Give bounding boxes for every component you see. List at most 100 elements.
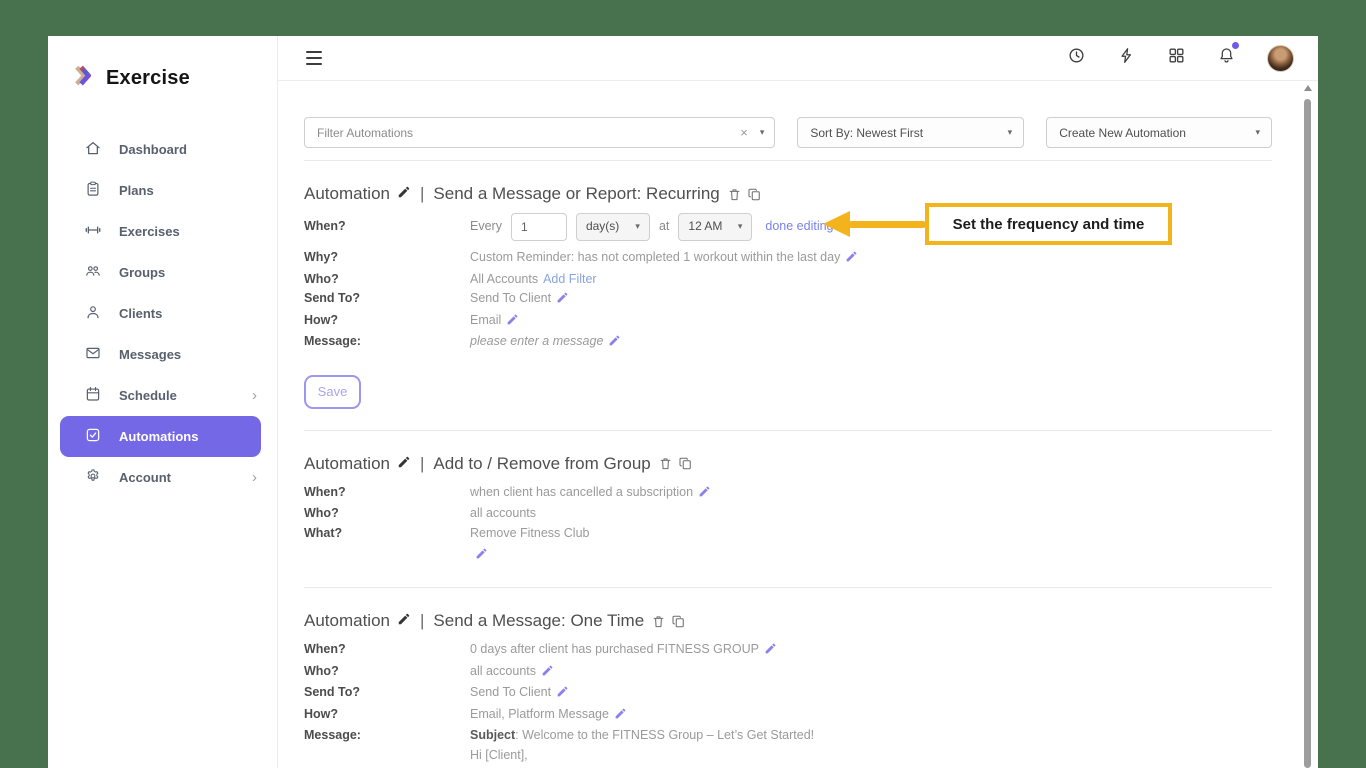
edit-icon[interactable] bbox=[698, 485, 711, 505]
every-label: Every bbox=[470, 217, 502, 237]
automation-header: Automation | Add to / Remove from Group bbox=[304, 454, 1272, 474]
user-avatar[interactable] bbox=[1267, 45, 1294, 72]
content-area: × ▾ Sort By: Newest First ▾ Create New A… bbox=[278, 81, 1318, 768]
automation-header: Automation | Send a Message: One Time bbox=[304, 611, 1272, 631]
logo-icon bbox=[68, 62, 96, 95]
sidebar: Exercise Dashboard Plans Exercises Grou bbox=[48, 36, 278, 768]
row-label: When? bbox=[304, 640, 470, 660]
duplicate-automation-icon[interactable] bbox=[678, 456, 693, 471]
automation-section-group: Automation | Add to / Remove from Group … bbox=[304, 431, 1272, 566]
sidebar-item-dashboard[interactable]: Dashboard bbox=[48, 129, 277, 170]
edit-title-icon[interactable] bbox=[397, 611, 411, 631]
row-value: Send To Client bbox=[470, 291, 551, 305]
row-label: When? bbox=[304, 217, 470, 237]
scrollbar-up-arrow[interactable] bbox=[1304, 85, 1312, 91]
edit-title-icon[interactable] bbox=[397, 184, 411, 204]
home-icon bbox=[84, 139, 102, 160]
edit-icon[interactable] bbox=[608, 334, 621, 354]
sidebar-item-schedule[interactable]: Schedule › bbox=[48, 375, 277, 416]
page-background: Exercise Dashboard Plans Exercises Grou bbox=[0, 0, 1366, 768]
save-button[interactable]: Save bbox=[304, 375, 361, 409]
who-row: Who? all accounts bbox=[304, 662, 1272, 684]
frequency-number-input[interactable] bbox=[511, 213, 567, 241]
sidebar-item-account[interactable]: Account › bbox=[48, 457, 277, 498]
sidebar-item-label: Messages bbox=[119, 347, 181, 362]
clear-filter-icon[interactable]: × bbox=[740, 125, 748, 140]
create-new-automation-dropdown[interactable]: Create New Automation ▾ bbox=[1046, 117, 1272, 148]
header-separator: | bbox=[420, 611, 424, 631]
row-value: when client has cancelled a subscription bbox=[470, 485, 693, 499]
row-value: Custom Reminder: has not completed 1 wor… bbox=[470, 250, 840, 264]
edit-icon[interactable] bbox=[556, 685, 569, 705]
filter-automations-input[interactable]: × ▾ bbox=[304, 117, 775, 148]
scrollbar-thumb[interactable] bbox=[1304, 99, 1311, 768]
delete-automation-icon[interactable] bbox=[651, 614, 666, 629]
history-icon[interactable] bbox=[1067, 46, 1086, 70]
delete-automation-icon[interactable] bbox=[727, 187, 742, 202]
sidebar-item-automations[interactable]: Automations bbox=[60, 416, 261, 457]
automation-header-prefix: Automation bbox=[304, 611, 390, 631]
add-filter-link[interactable]: Add Filter bbox=[543, 272, 597, 286]
apps-grid-icon[interactable] bbox=[1167, 46, 1186, 70]
topbar bbox=[278, 36, 1318, 81]
message-row: Message: please enter a message bbox=[304, 332, 1272, 354]
app-logo[interactable]: Exercise bbox=[48, 36, 277, 95]
row-label: Send To? bbox=[304, 289, 470, 309]
sidebar-item-label: Automations bbox=[119, 429, 198, 444]
edit-icon[interactable] bbox=[506, 313, 519, 333]
sidebar-item-label: Account bbox=[119, 470, 171, 485]
row-label: Who? bbox=[304, 662, 470, 682]
row-label: Message: bbox=[304, 332, 470, 352]
sidebar-item-label: Schedule bbox=[119, 388, 177, 403]
sidebar-item-exercises[interactable]: Exercises bbox=[48, 211, 277, 252]
sidebar-item-label: Dashboard bbox=[119, 142, 187, 157]
chevron-right-icon: › bbox=[252, 387, 257, 404]
sidebar-item-label: Exercises bbox=[119, 224, 180, 239]
delete-automation-icon[interactable] bbox=[658, 456, 673, 471]
automation-title: Send a Message or Report: Recurring bbox=[433, 184, 719, 204]
message-content: Subject: Welcome to the FITNESS Group – … bbox=[470, 726, 879, 768]
gear-icon bbox=[84, 467, 102, 488]
edit-icon[interactable] bbox=[475, 547, 488, 565]
sort-by-label: Sort By: Newest First bbox=[810, 126, 923, 140]
chevron-down-icon: ▾ bbox=[635, 217, 640, 237]
edit-icon[interactable] bbox=[614, 707, 627, 727]
sort-by-dropdown[interactable]: Sort By: Newest First ▾ bbox=[797, 117, 1024, 148]
chevron-down-icon[interactable]: ▾ bbox=[760, 127, 765, 138]
who-row: Who? all accounts bbox=[304, 504, 1272, 524]
edit-title-icon[interactable] bbox=[397, 454, 411, 474]
sidebar-item-label: Clients bbox=[119, 306, 162, 321]
edit-icon[interactable] bbox=[764, 642, 777, 662]
edit-icon[interactable] bbox=[845, 250, 858, 270]
chevron-down-icon: ▾ bbox=[1255, 127, 1260, 138]
callout-arrow-line bbox=[848, 221, 926, 228]
header-separator: | bbox=[420, 184, 424, 204]
frequency-unit-dropdown[interactable]: day(s) ▾ bbox=[576, 213, 650, 241]
edit-icon[interactable] bbox=[541, 664, 554, 684]
scrollbar[interactable] bbox=[1303, 85, 1312, 768]
bell-icon[interactable] bbox=[1217, 46, 1236, 70]
envelope-icon bbox=[84, 344, 102, 365]
notification-dot bbox=[1232, 42, 1239, 49]
sidebar-item-groups[interactable]: Groups bbox=[48, 252, 277, 293]
duplicate-automation-icon[interactable] bbox=[671, 614, 686, 629]
duplicate-automation-icon[interactable] bbox=[747, 187, 762, 202]
sidebar-item-clients[interactable]: Clients bbox=[48, 293, 277, 334]
row-label: When? bbox=[304, 483, 470, 503]
main-area: × ▾ Sort By: Newest First ▾ Create New A… bbox=[278, 36, 1318, 768]
subject-label: Subject bbox=[470, 728, 515, 742]
row-label: What? bbox=[304, 524, 470, 544]
sidebar-item-messages[interactable]: Messages bbox=[48, 334, 277, 375]
app-title: Exercise bbox=[106, 67, 190, 90]
calendar-icon bbox=[84, 385, 102, 406]
row-value: please enter a message bbox=[470, 334, 603, 348]
filter-input-field[interactable] bbox=[317, 126, 740, 140]
lightning-icon[interactable] bbox=[1117, 46, 1136, 70]
edit-icon[interactable] bbox=[556, 291, 569, 311]
hamburger-menu-icon[interactable] bbox=[306, 51, 322, 65]
send-to-row: Send To? Send To Client bbox=[304, 289, 1272, 311]
time-dropdown[interactable]: 12 AM ▾ bbox=[678, 213, 752, 241]
automation-section-recurring: Automation | Send a Message or Report: R… bbox=[304, 161, 1272, 413]
automation-header-prefix: Automation bbox=[304, 184, 390, 204]
sidebar-item-plans[interactable]: Plans bbox=[48, 170, 277, 211]
